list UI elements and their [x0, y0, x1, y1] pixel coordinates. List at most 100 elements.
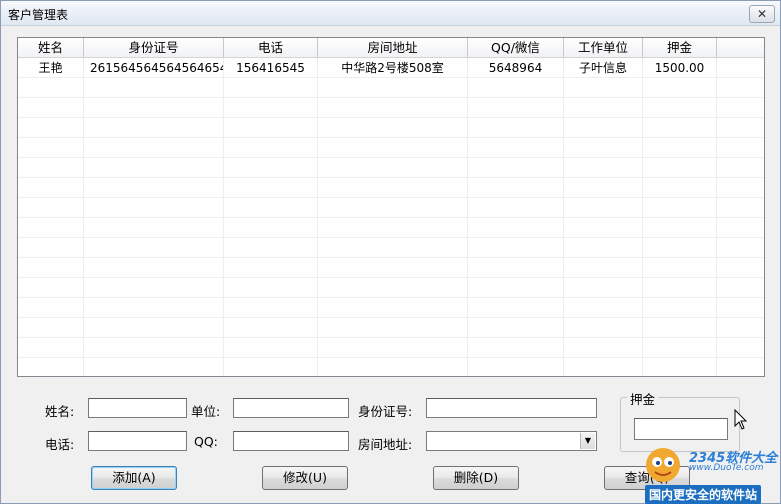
close-button[interactable]: ✕ [749, 5, 775, 23]
table-cell [84, 198, 224, 218]
unit-label: 单位: [191, 404, 221, 419]
table-cell: 156416545 [224, 58, 318, 78]
table-row[interactable]: 王艳 261564564564564654 156416545 中华路2号楼508室 5… [18, 58, 764, 78]
table-cell [643, 78, 717, 98]
table-cell [18, 78, 84, 98]
table-cell [468, 338, 564, 358]
column-header[interactable]: 房间地址 [318, 38, 468, 58]
table-row[interactable] [18, 158, 764, 178]
address-combo[interactable]: ▼ [426, 431, 597, 451]
table-cell [643, 158, 717, 178]
table-cell [18, 298, 84, 318]
table-cell [224, 358, 318, 376]
column-header[interactable]: 姓名 [18, 38, 84, 58]
column-header[interactable]: 押金 [643, 38, 717, 58]
name-field[interactable] [88, 398, 187, 418]
table-cell [564, 218, 643, 238]
dropdown-arrow-icon[interactable]: ▼ [580, 433, 595, 449]
table-cell [468, 158, 564, 178]
table-cell [318, 258, 468, 278]
table-cell [84, 258, 224, 278]
deposit-field[interactable] [634, 418, 728, 440]
table-row[interactable] [18, 298, 764, 318]
table-row[interactable] [18, 338, 764, 358]
table-cell [468, 318, 564, 338]
table-row[interactable] [18, 218, 764, 238]
table-row[interactable] [18, 238, 764, 258]
table-row[interactable] [18, 258, 764, 278]
table-cell [643, 118, 717, 138]
table-cell [643, 258, 717, 278]
table-cell [468, 238, 564, 258]
table-cell [318, 318, 468, 338]
table-cell [643, 198, 717, 218]
window-title: 客户管理表 [8, 8, 69, 22]
table-cell [564, 178, 643, 198]
table-row[interactable] [18, 118, 764, 138]
delete-button[interactable]: 删除(D) [433, 466, 519, 490]
table-cell [18, 178, 84, 198]
table-row[interactable] [18, 358, 764, 376]
table-cell [318, 178, 468, 198]
table-row[interactable] [18, 198, 764, 218]
table-cell [468, 98, 564, 118]
table-cell [224, 218, 318, 238]
column-header[interactable]: QQ/微信 [468, 38, 564, 58]
table-cell [643, 318, 717, 338]
table-cell [318, 338, 468, 358]
mascot-icon [646, 448, 680, 482]
table-cell [564, 338, 643, 358]
table-cell [468, 218, 564, 238]
table-cell [318, 138, 468, 158]
table-cell [318, 78, 468, 98]
table-cell [224, 238, 318, 258]
table-cell: 5648964 [468, 58, 564, 78]
table-cell [564, 318, 643, 338]
table-cell [84, 298, 224, 318]
table-cell [643, 218, 717, 238]
customer-table[interactable]: 姓名 身份证号 电话 房间地址 QQ/微信 工作单位 押金 王艳 26156456456456… [17, 37, 765, 377]
table-row[interactable] [18, 98, 764, 118]
table-cell [224, 258, 318, 278]
table-cell [84, 118, 224, 138]
table-row[interactable] [18, 278, 764, 298]
table-cell [18, 98, 84, 118]
qq-field[interactable] [233, 431, 349, 451]
table-cell [468, 278, 564, 298]
table-cell [564, 98, 643, 118]
table-cell [643, 178, 717, 198]
phone-field[interactable] [88, 431, 187, 451]
table-cell [643, 358, 717, 376]
id-number-field[interactable] [426, 398, 597, 418]
column-header[interactable]: 身份证号 [84, 38, 224, 58]
column-header[interactable]: 电话 [224, 38, 318, 58]
table-row[interactable] [18, 178, 764, 198]
table-cell [84, 318, 224, 338]
table-cell [318, 98, 468, 118]
table-cell: 261564564564564654 [84, 58, 224, 78]
table-cell [318, 198, 468, 218]
table-cell [318, 278, 468, 298]
add-button[interactable]: 添加(A) [91, 466, 177, 490]
table-cell [224, 138, 318, 158]
table-cell [84, 338, 224, 358]
table-cell [318, 118, 468, 138]
table-cell [564, 298, 643, 318]
table-cell [468, 298, 564, 318]
table-cell [318, 358, 468, 376]
table-cell [564, 238, 643, 258]
table-cell [643, 238, 717, 258]
table-cell [643, 98, 717, 118]
table-cell [18, 358, 84, 376]
table-cell [468, 118, 564, 138]
table-row[interactable] [18, 138, 764, 158]
unit-field[interactable] [233, 398, 349, 418]
customer-management-window: 客户管理表 ✕ 姓名 身份证号 电话 房间地址 QQ/微信 工作单位 押金 王艳 261564… [0, 0, 781, 504]
watermark-slogan: 国内更安全的软件站 [645, 485, 762, 504]
column-header[interactable]: 工作单位 [564, 38, 643, 58]
table-cell [318, 238, 468, 258]
table-row[interactable] [18, 78, 764, 98]
edit-button[interactable]: 修改(U) [262, 466, 348, 490]
table-cell [18, 278, 84, 298]
table-row[interactable] [18, 318, 764, 338]
